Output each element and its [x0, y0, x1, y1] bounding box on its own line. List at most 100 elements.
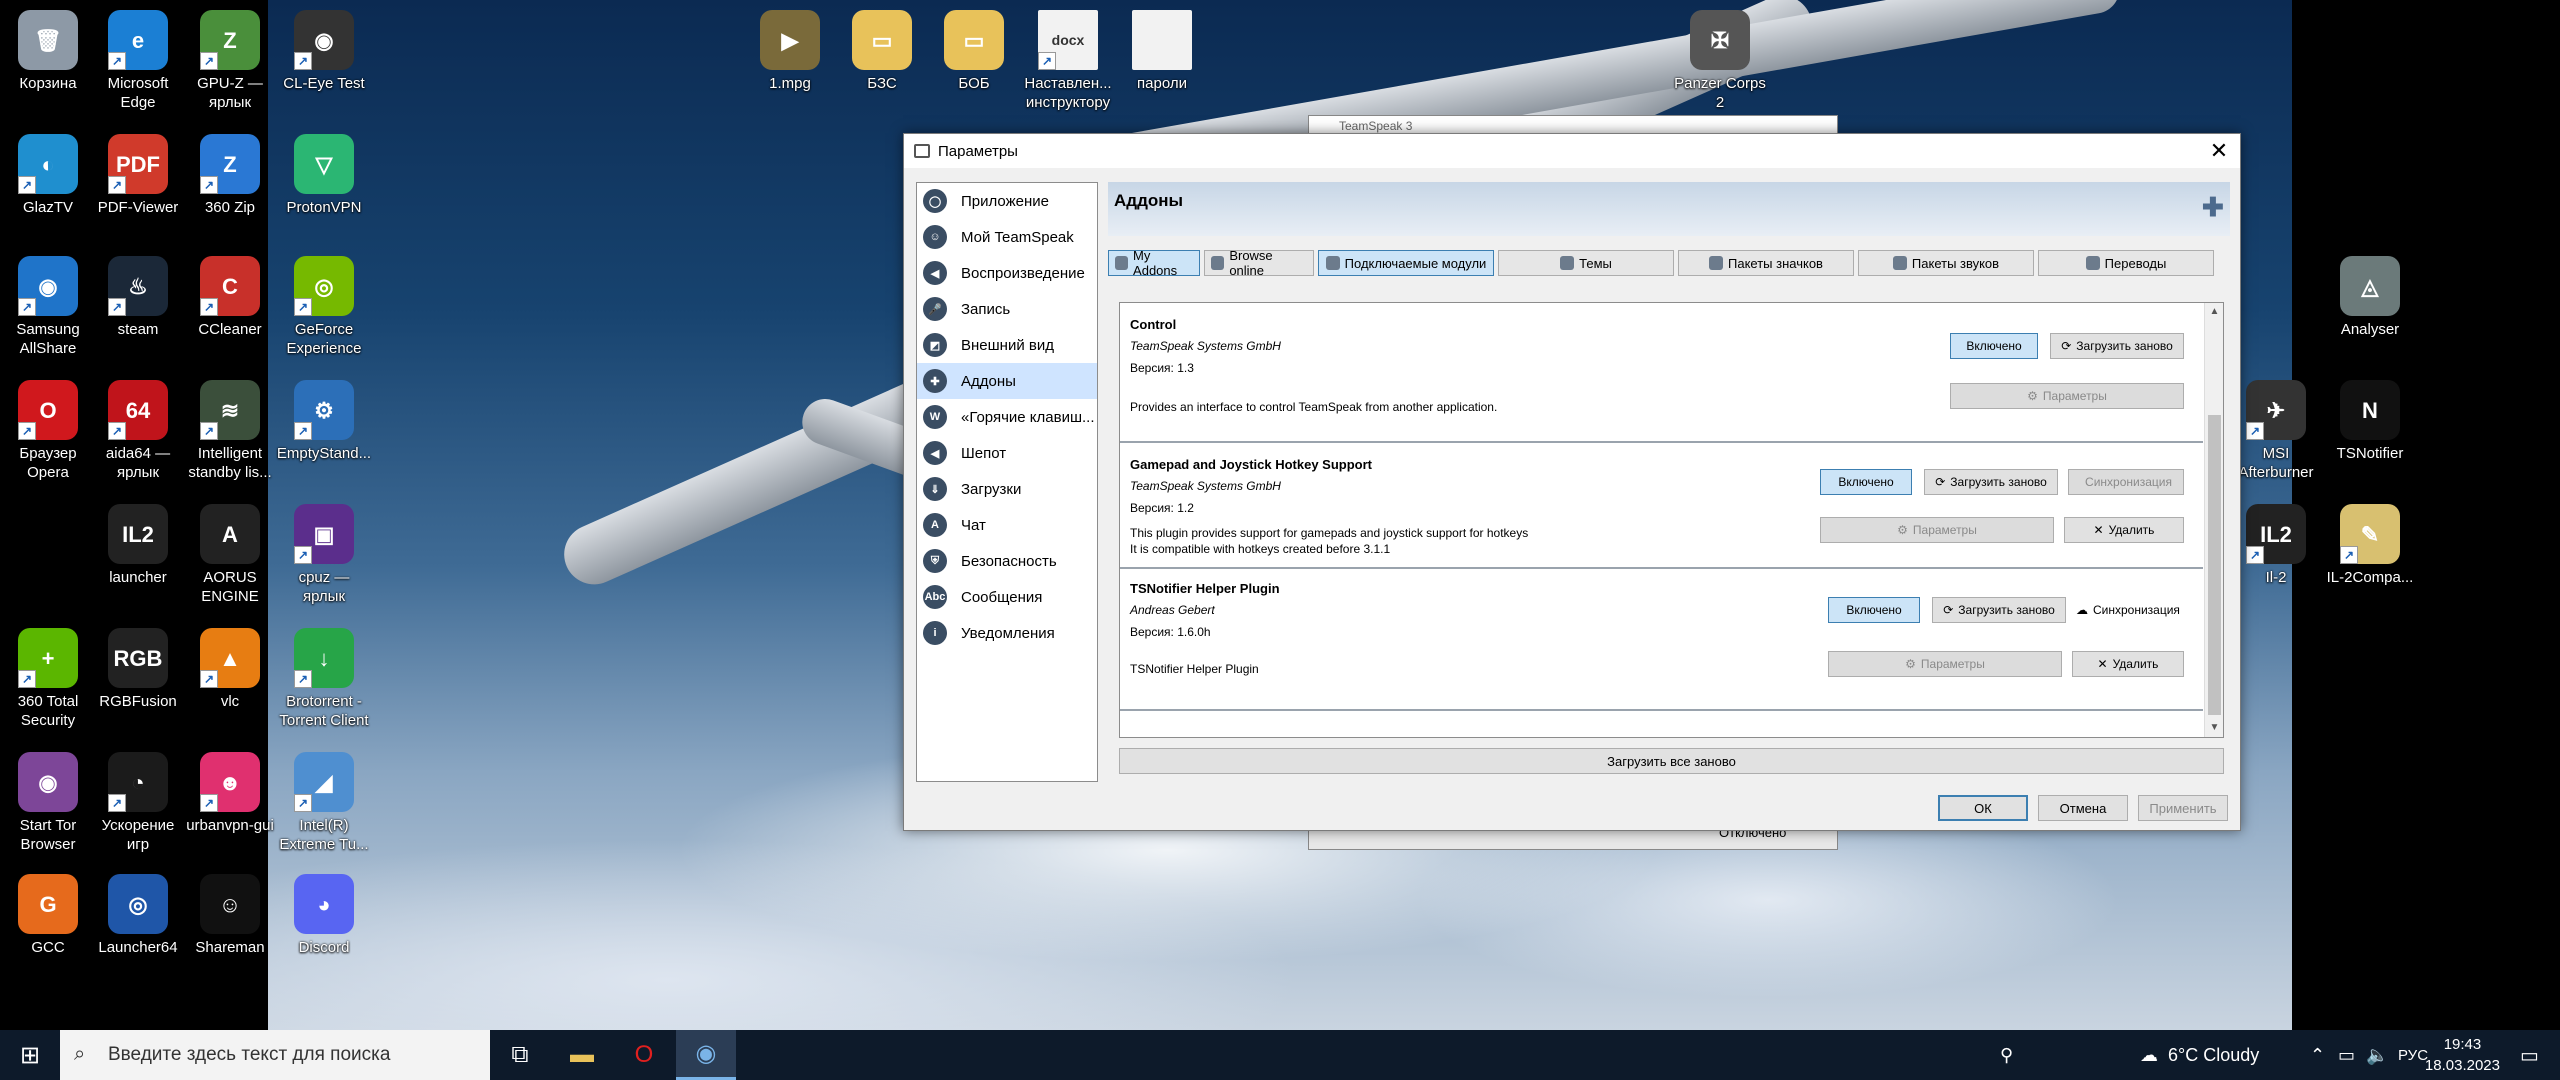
desktop-icon[interactable]: ◐ GlazTV	[0, 128, 96, 217]
windows-start-icon[interactable]: ⊞	[0, 1030, 60, 1080]
desktop-icon[interactable]: ⚙ EmptyStand...	[276, 374, 372, 463]
reload-button[interactable]: ⟳ Загрузить заново	[1932, 597, 2066, 623]
addon-tab[interactable]: Пакеты звуков	[1858, 250, 2034, 276]
desktop-icon[interactable]: ◔ Ускорение игр	[90, 746, 186, 854]
taskbar-search-input[interactable]: ⌕ Введите здесь текст для поиска	[60, 1030, 490, 1080]
reload-button[interactable]: ⟳ Загрузить заново	[2050, 333, 2184, 359]
language-indicator[interactable]: РУС	[2398, 1030, 2428, 1080]
plugin-settings-button[interactable]: ⚙ Параметры	[1820, 517, 2054, 543]
addon-tab[interactable]: Подключаемые модули	[1318, 250, 1494, 276]
addon-tab[interactable]: Browse online	[1204, 248, 1314, 278]
desktop-icon[interactable]: ◕ Discord	[276, 868, 372, 957]
desktop-icon[interactable]: 🗑 Корзина	[0, 4, 96, 93]
scroll-down-icon[interactable]: ▼	[2205, 719, 2223, 737]
nav-item[interactable]: i Уведомления	[917, 615, 1097, 651]
task-view-icon[interactable]: ⧉	[490, 1030, 550, 1080]
addon-tab[interactable]: Переводы	[2038, 250, 2214, 276]
file-explorer-icon[interactable]: ▬	[552, 1030, 612, 1080]
chevron-up-icon[interactable]: ⌃	[2310, 1030, 2325, 1080]
app-icon: 🗑	[18, 10, 78, 70]
notification-icon[interactable]: ▭	[2520, 1030, 2539, 1080]
nav-item[interactable]: W «Горячие клавиш...	[917, 399, 1097, 435]
enabled-button[interactable]: Включено	[1950, 333, 2038, 359]
desktop-icon[interactable]: ✎ IL-2Compa...	[2322, 498, 2418, 587]
desktop-icon[interactable]: G GCC	[0, 868, 96, 957]
teamspeak-taskbar-icon[interactable]: ◉	[676, 1030, 736, 1080]
desktop-icon[interactable]: A AORUS ENGINE	[182, 498, 278, 606]
desktop-icon[interactable]: +360 Total Security	[0, 622, 96, 730]
scrollbar-thumb[interactable]	[2208, 415, 2221, 715]
nav-item[interactable]: ⛨ Безопасность	[917, 543, 1097, 579]
plugin-settings-button[interactable]: ⚙ Параметры	[1828, 651, 2062, 677]
desktop-icon[interactable]: ◉ CL-Eye Test	[276, 4, 372, 93]
desktop-icon[interactable]: ▭ БЗС	[834, 4, 930, 93]
desktop-icon[interactable]: RGB RGBFusion	[90, 622, 186, 711]
nav-item[interactable]: Abc Сообщения	[917, 579, 1097, 615]
weather-widget[interactable]: ☁ 6°C Cloudy	[2140, 1030, 2259, 1080]
ok-button[interactable]: ОК	[1938, 795, 2028, 821]
desktop-icon[interactable]: ◬ Analyser	[2322, 250, 2418, 339]
sync-button[interactable]: ☁ Синхронизация	[2076, 603, 2180, 617]
desktop-icon[interactable]: Z 360 Zip	[182, 128, 278, 217]
nav-item[interactable]: A Чат	[917, 507, 1097, 543]
volume-icon[interactable]: 🔈	[2366, 1030, 2388, 1080]
desktop-icon[interactable]: ♨ steam	[90, 250, 186, 339]
desktop-icon[interactable]: ◎ Launcher64	[90, 868, 186, 957]
remove-button[interactable]: ✕ Удалить	[2064, 517, 2184, 543]
desktop-icon[interactable]: ▲ vlc	[182, 622, 278, 711]
desktop-icon[interactable]: ≋ Intelligent standby lis...	[182, 374, 278, 482]
desktop-icon[interactable]: docx Наставлен... инструктору	[1020, 4, 1116, 112]
scroll-up-icon[interactable]: ▲	[2205, 303, 2223, 321]
plugin-list-scrollbar[interactable]: ▲ ▼	[2204, 303, 2223, 737]
desktop-icon[interactable]: ✠ Panzer Corps 2	[1672, 4, 1768, 112]
people-icon[interactable]: ⚲	[2000, 1030, 2013, 1080]
nav-item[interactable]: ◩ Внешний вид	[917, 327, 1097, 363]
desktop-icon[interactable]: Z GPU-Z — ярлык	[182, 4, 278, 112]
desktop-icon[interactable]: ↓ Brotorrent - Torrent Client	[276, 622, 372, 730]
apply-button[interactable]: Применить	[2138, 795, 2228, 821]
desktop-icon[interactable]: O Браузер Opera	[0, 374, 96, 482]
addon-tab[interactable]: Темы	[1498, 250, 1674, 276]
nav-item[interactable]: ◀ Шепот	[917, 435, 1097, 471]
plugin-settings-button[interactable]: ⚙ Параметры	[1950, 383, 2184, 409]
opera-taskbar-icon[interactable]: O	[614, 1030, 674, 1080]
desktop-icon[interactable]: ☻ urbanvpn-gui	[182, 746, 278, 835]
desktop-icon[interactable]: C CCleaner	[182, 250, 278, 339]
nav-item[interactable]: 🎤 Запись	[917, 291, 1097, 327]
desktop-icon[interactable]: ◎ GeForce Experience	[276, 250, 372, 358]
desktop-icon[interactable]: ✈ MSI Afterburner	[2228, 374, 2324, 482]
desktop-icon[interactable]: IL2 Il-2	[2228, 498, 2324, 587]
desktop-icon[interactable]: ◉ Samsung AllShare	[0, 250, 96, 358]
desktop-icon[interactable]: ☺ Shareman	[182, 868, 278, 957]
cancel-button[interactable]: Отмена	[2038, 795, 2128, 821]
desktop-icon[interactable]: N TSNotifier	[2322, 374, 2418, 463]
sync-button[interactable]: Синхронизация	[2068, 469, 2184, 495]
desktop-icon[interactable]: ▽ ProtonVPN	[276, 128, 372, 217]
nav-item[interactable]: ⇓ Загрузки	[917, 471, 1097, 507]
addon-tab[interactable]: Пакеты значков	[1678, 250, 1854, 276]
nav-item[interactable]: ☺ Мой TeamSpeak	[917, 219, 1097, 255]
desktop-icon[interactable]: PDF PDF-Viewer	[90, 128, 186, 217]
enabled-button[interactable]: Включено	[1820, 469, 1912, 495]
remove-button[interactable]: ✕ Удалить	[2072, 651, 2184, 677]
network-icon[interactable]: ▭	[2338, 1030, 2355, 1080]
desktop-icon[interactable]: IL2 launcher	[90, 498, 186, 587]
desktop-icon[interactable]: пароли	[1114, 4, 1210, 93]
addon-tab[interactable]: My Addons	[1108, 248, 1200, 278]
desktop-icon[interactable]: ◉ Start Tor Browser	[0, 746, 96, 854]
clock-date: 18.03.2023	[2424, 1057, 2500, 1074]
desktop-icon[interactable]: ▣ cpuz — ярлык	[276, 498, 372, 606]
desktop-icon[interactable]: 64 aida64 — ярлык	[90, 374, 186, 482]
taskbar-clock[interactable]: 19:43 18.03.2023	[2425, 1034, 2500, 1076]
desktop-icon[interactable]: ◢ Intel(R) Extreme Tu...	[276, 746, 372, 854]
desktop-icon[interactable]: ▶ 1.mpg	[742, 4, 838, 93]
reload-all-button[interactable]: Загрузить все заново	[1119, 748, 2224, 774]
close-icon[interactable]: ✕	[2206, 138, 2232, 164]
desktop-icon[interactable]: e Microsoft Edge	[90, 4, 186, 112]
reload-button[interactable]: ⟳ Загрузить заново	[1924, 469, 2058, 495]
desktop-icon[interactable]: ▭ БОБ	[926, 4, 1022, 93]
nav-item[interactable]: ◯ Приложение	[917, 183, 1097, 219]
enabled-button[interactable]: Включено	[1828, 597, 1920, 623]
nav-item[interactable]: ◀ Воспроизведение	[917, 255, 1097, 291]
nav-item[interactable]: ✚ Аддоны	[917, 363, 1097, 399]
